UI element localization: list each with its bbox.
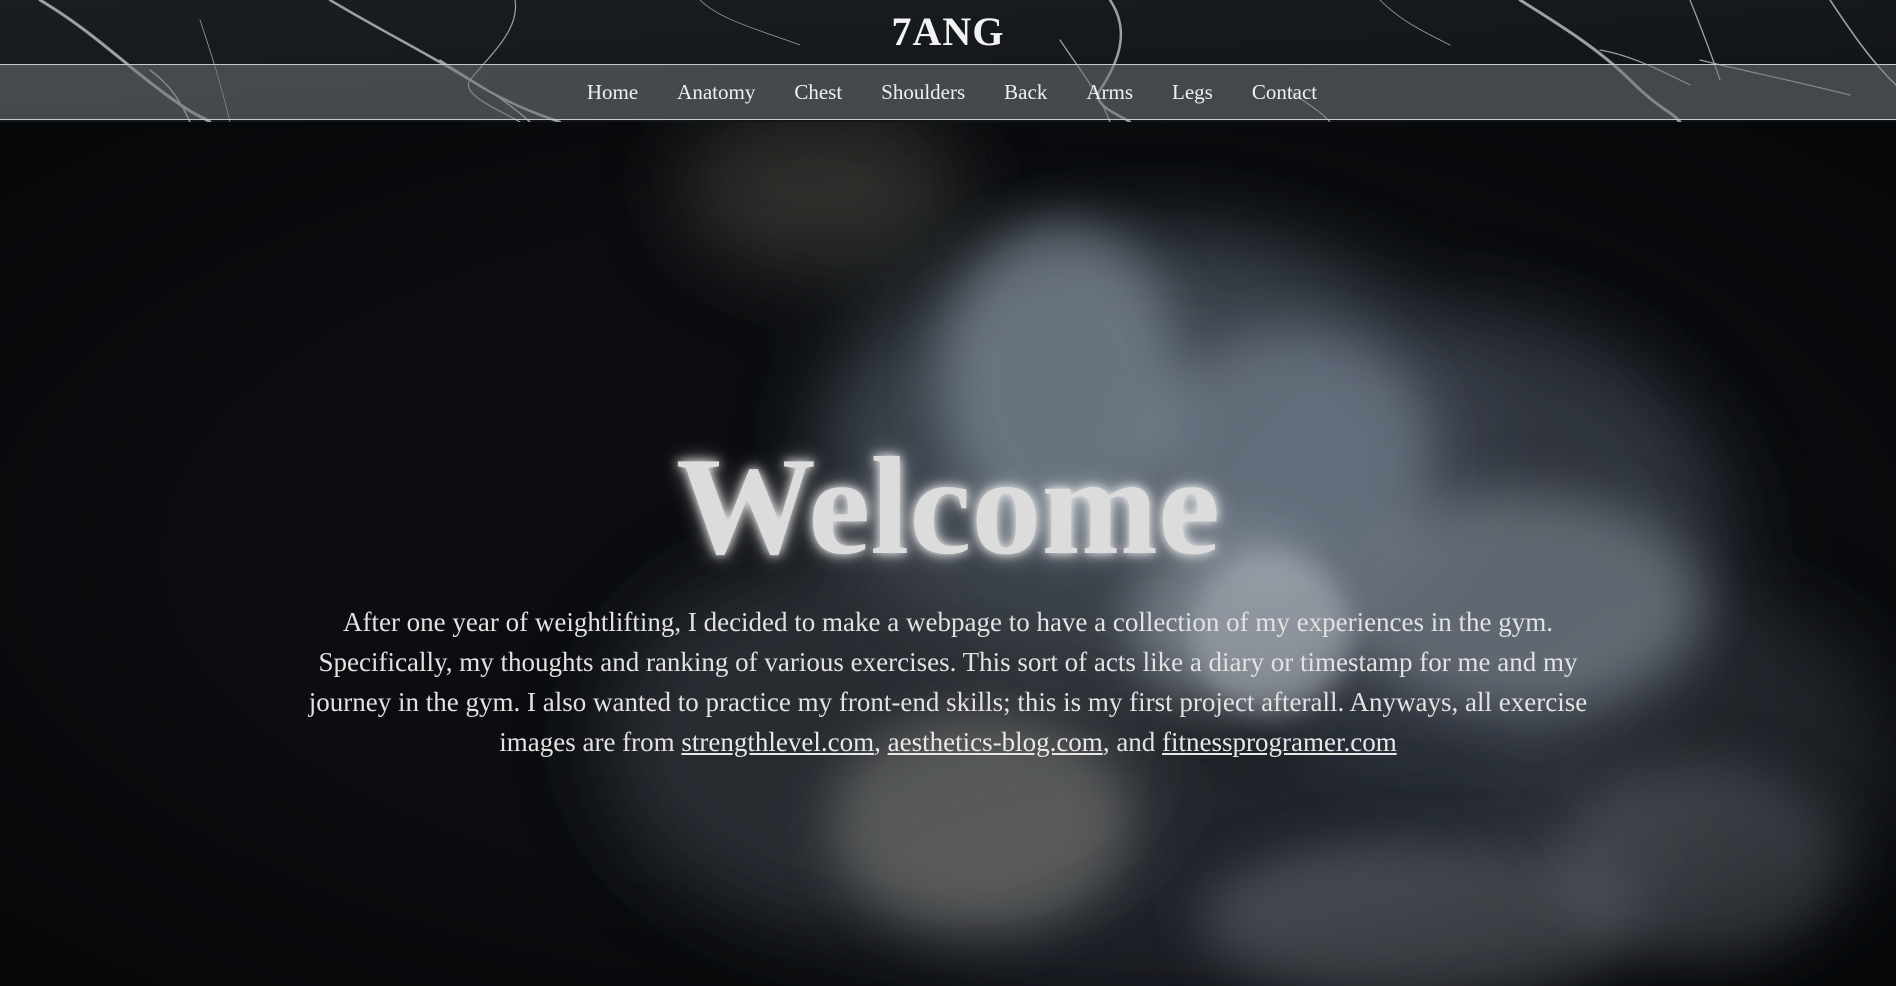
- nav-item-contact[interactable]: Contact: [1232, 80, 1336, 104]
- nav-item-back[interactable]: Back: [985, 80, 1067, 104]
- intro-paragraph: After one year of weightlifting, I decid…: [288, 602, 1608, 762]
- site-header: 7ANG Home Anatomy Chest Shoulders Back A…: [0, 0, 1896, 122]
- welcome-heading: Welcome: [675, 429, 1221, 584]
- page: 7ANG Home Anatomy Chest Shoulders Back A…: [0, 0, 1896, 986]
- nav-item-legs[interactable]: Legs: [1153, 80, 1233, 104]
- link-aesthetics-blog[interactable]: aesthetics-blog.com: [888, 727, 1103, 757]
- intro-separator-and: , and: [1102, 727, 1156, 757]
- nav-item-anatomy[interactable]: Anatomy: [658, 80, 775, 104]
- nav-list: Home Anatomy Chest Shoulders Back Arms L…: [0, 65, 1896, 119]
- nav-item-shoulders[interactable]: Shoulders: [862, 80, 985, 104]
- intro-separator: ,: [874, 727, 881, 757]
- site-logo[interactable]: 7ANG: [0, 6, 1896, 58]
- nav-item-home[interactable]: Home: [567, 80, 657, 104]
- nav-item-chest[interactable]: Chest: [775, 80, 862, 104]
- link-fitnessprogramer[interactable]: fitnessprogramer.com: [1162, 727, 1397, 757]
- nav-item-arms[interactable]: Arms: [1067, 80, 1153, 104]
- main-navbar: Home Anatomy Chest Shoulders Back Arms L…: [0, 64, 1896, 120]
- hero-section: Welcome After one year of weightlifting,…: [0, 122, 1896, 986]
- link-strengthlevel[interactable]: strengthlevel.com: [681, 727, 874, 757]
